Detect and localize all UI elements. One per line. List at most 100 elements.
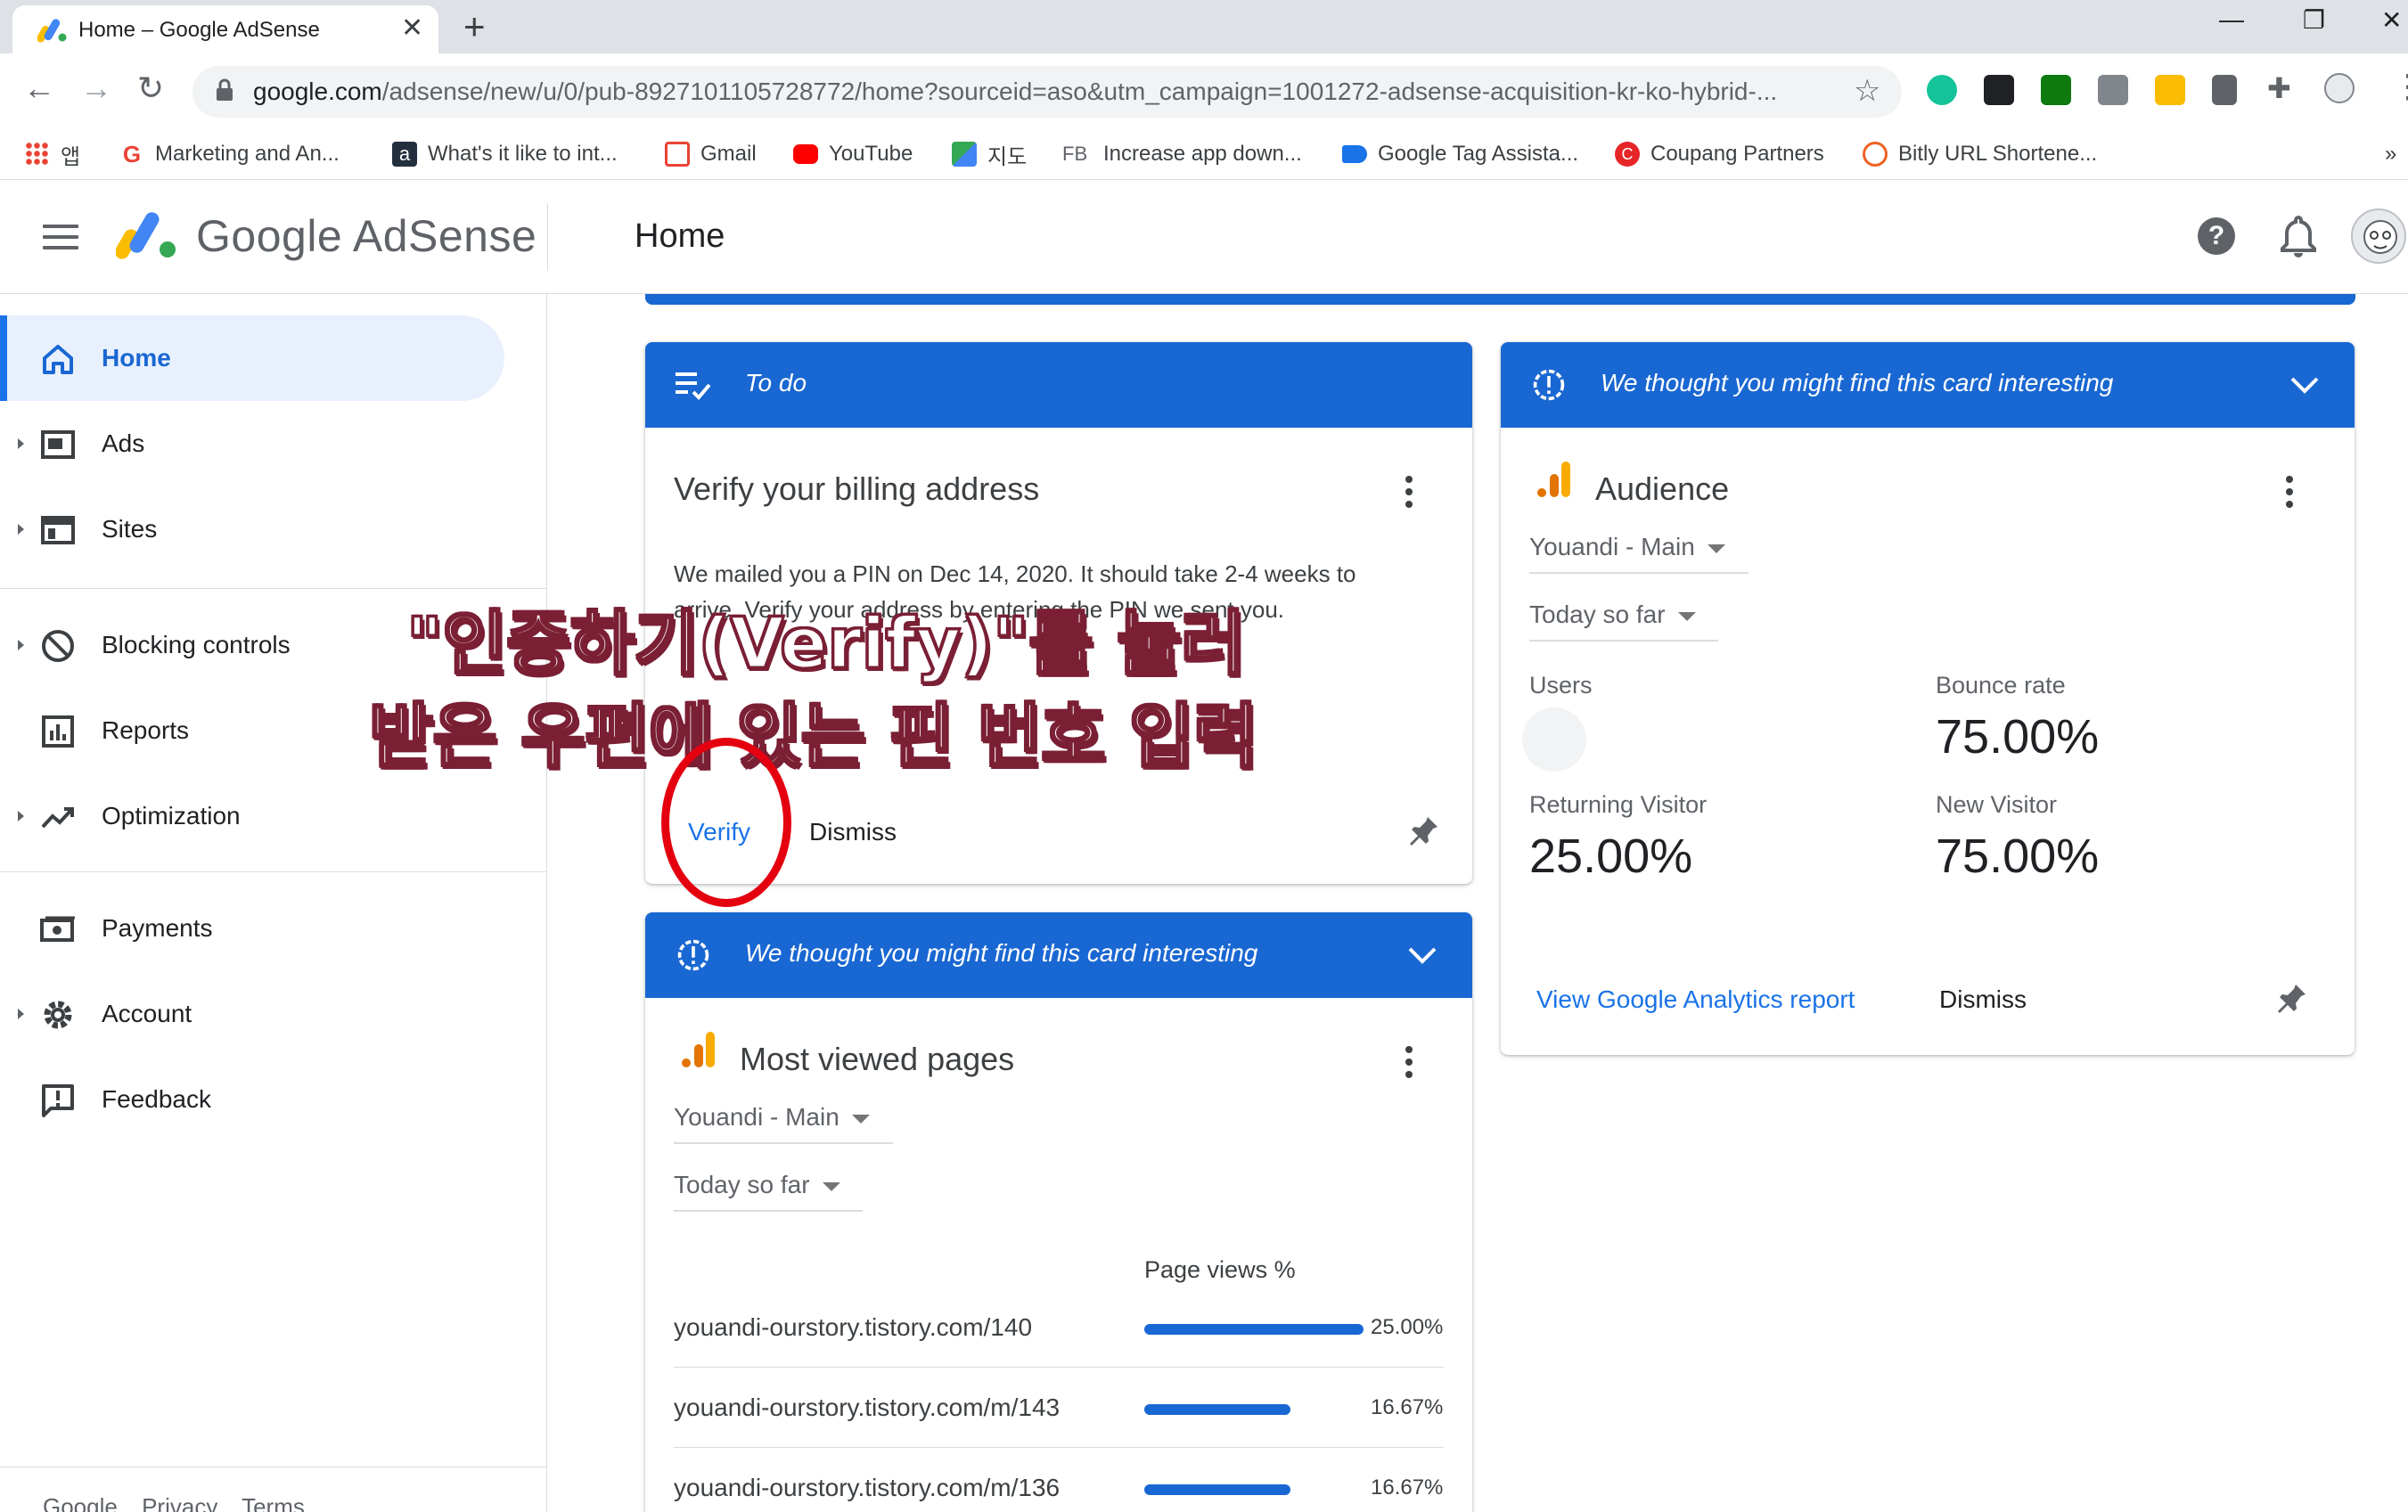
dropdown-arrow-icon (1707, 544, 1725, 553)
account-avatar[interactable] (2351, 208, 2406, 264)
bookmark-marketing[interactable]: G Marketing and An... (119, 137, 340, 171)
sidebar-item-label: Ads (102, 429, 145, 457)
restore-icon[interactable]: ❐ (2303, 5, 2325, 35)
trend-icon (41, 807, 74, 829)
date-range-value: Today so far (1529, 601, 1666, 628)
new-tab-button[interactable]: + (463, 5, 486, 48)
sidebar-divider (0, 871, 547, 872)
browser-tabstrip: Home – Google AdSense ✕ + — ❐ ✕ (0, 0, 2408, 53)
footer-google-link[interactable]: Google (43, 1493, 118, 1512)
bookmark-star-icon[interactable]: ☆ (1854, 73, 1880, 109)
expand-caret-icon[interactable] (18, 1009, 24, 1019)
page-views-column-header: Page views % (1144, 1256, 1296, 1283)
gear-icon (44, 1001, 72, 1029)
page-url: youandi-ourstory.tistory.com/m/136 (674, 1474, 1061, 1501)
view-analytics-report-link[interactable]: View Google Analytics report (1536, 985, 1855, 1014)
help-icon[interactable]: ? (2198, 217, 2235, 255)
insight-badge-icon (1533, 369, 1565, 401)
dismiss-button[interactable]: Dismiss (809, 818, 897, 846)
bookmark-gmail[interactable]: Gmail (665, 137, 757, 171)
cube-extension-icon[interactable] (1984, 75, 2014, 105)
checklist-icon (676, 372, 711, 400)
bookmark-amazon[interactable]: a What's it like to int... (392, 137, 618, 171)
new-visitor-label: New Visitor (1936, 791, 2058, 818)
tag-icon (1342, 145, 1367, 163)
footer-terms-link[interactable]: Terms (242, 1493, 305, 1512)
bookmark-youtube[interactable]: YouTube (793, 137, 913, 171)
page-views-percent: 16.67% (1371, 1395, 1444, 1419)
sidebar-item-label: Optimization (102, 802, 241, 830)
more-options-icon[interactable] (1405, 476, 1413, 511)
audience-card: We thought you might find this card inte… (1501, 342, 2355, 1055)
bookmark-maps[interactable]: 지도 (952, 137, 1027, 171)
dollar-extension-icon[interactable] (2155, 75, 2185, 105)
puzzle-extensions-icon[interactable]: ✚ (2267, 71, 2291, 105)
bookmark-bitly[interactable]: Bitly URL Shortene... (1863, 137, 2097, 171)
browser-menu-icon[interactable]: ⋮ (2392, 68, 2408, 105)
bookmark-label: Coupang Partners (1650, 142, 1824, 166)
footer-privacy-link[interactable]: Privacy (142, 1493, 217, 1512)
dismiss-button[interactable]: Dismiss (1939, 985, 2027, 1014)
expand-caret-icon[interactable] (18, 811, 24, 821)
date-range-dropdown[interactable]: Today so far (1529, 601, 1718, 642)
more-options-icon[interactable] (2285, 476, 2294, 511)
bookmarks-overflow-icon[interactable]: » (2385, 137, 2396, 171)
more-options-icon[interactable] (1405, 1046, 1413, 1082)
sidebar-item-optimization[interactable]: Optimization (0, 773, 504, 859)
sidebar-item-home[interactable]: Home (0, 315, 504, 401)
bookmark-label: YouTube (829, 142, 913, 166)
tab-close-icon[interactable]: ✕ (401, 12, 423, 44)
new-visitor-value: 75.00% (1936, 830, 2100, 883)
expand-caret-icon[interactable] (18, 524, 24, 535)
sidebar-item-label: Reports (102, 716, 190, 744)
page-views-bar (1144, 1484, 1290, 1495)
adsense-logo-icon (116, 212, 176, 259)
page-views-percent: 25.00% (1371, 1315, 1444, 1339)
browser-toolbar: ← → ↻ google.com/adsense/new/u/0/pub-892… (0, 53, 2408, 128)
profile-avatar-icon[interactable] (2324, 73, 2355, 103)
code-extension-icon[interactable] (2098, 75, 2128, 105)
sidebar-item-label: Account (102, 1000, 192, 1027)
bookmark-increase-app[interactable]: FB Increase app down... (1062, 137, 1302, 171)
pin-icon[interactable] (2276, 982, 2308, 1014)
grammarly-extension-icon[interactable] (1927, 75, 1957, 105)
url-host: google.com (253, 78, 382, 105)
chevron-down-icon[interactable] (2289, 369, 2321, 401)
payments-icon (40, 916, 75, 942)
minimize-icon[interactable]: — (2219, 5, 2244, 34)
sidebar-item-ads[interactable]: Ads (0, 401, 504, 486)
expand-caret-icon[interactable] (18, 640, 24, 650)
sidebar-item-sites[interactable]: Sites (0, 486, 504, 572)
page-views-percent: 16.67% (1371, 1475, 1444, 1500)
sidebar-item-feedback[interactable]: Feedback (0, 1057, 504, 1142)
back-arrow-icon[interactable]: ← (23, 69, 55, 107)
tag-extension-icon[interactable] (2212, 75, 2237, 105)
sidebar-item-payments[interactable]: Payments (0, 886, 504, 971)
bookmark-apps[interactable]: 앱 (25, 137, 80, 171)
pages-card-header[interactable]: We thought you might find this card inte… (645, 912, 1472, 998)
hamburger-menu-icon[interactable] (43, 225, 78, 251)
property-dropdown[interactable]: Youandi - Main (674, 1103, 893, 1144)
window-close-icon[interactable]: ✕ (2381, 5, 2402, 35)
pin-icon[interactable] (1408, 814, 1440, 846)
bookmark-tag-assistant[interactable]: Google Tag Assista... (1342, 137, 1578, 171)
browser-tab[interactable]: Home – Google AdSense ✕ (12, 5, 438, 53)
reload-icon[interactable]: ↻ (137, 69, 164, 107)
excel-extension-icon[interactable] (2041, 75, 2071, 105)
bounce-rate-label: Bounce rate (1936, 672, 2066, 699)
date-range-dropdown[interactable]: Today so far (674, 1171, 863, 1212)
forward-arrow-icon[interactable]: → (80, 69, 112, 107)
property-dropdown[interactable]: Youandi - Main (1529, 533, 1749, 574)
expand-caret-icon[interactable] (18, 438, 24, 449)
bell-icon[interactable] (2278, 214, 2319, 258)
sidebar-item-account[interactable]: Account (0, 971, 504, 1057)
dropdown-arrow-icon (851, 1114, 870, 1124)
audience-card-title: Audience (1595, 470, 1730, 507)
chevron-down-icon[interactable] (1406, 939, 1438, 971)
audience-card-header[interactable]: We thought you might find this card inte… (1501, 342, 2355, 428)
lock-icon (217, 78, 233, 101)
audience-card-header-title: We thought you might find this card inte… (1601, 369, 2114, 396)
bookmark-label: Marketing and An... (155, 142, 340, 166)
bookmark-coupang[interactable]: C Coupang Partners (1615, 137, 1824, 171)
address-bar[interactable]: google.com/adsense/new/u/0/pub-892710110… (192, 66, 1902, 118)
